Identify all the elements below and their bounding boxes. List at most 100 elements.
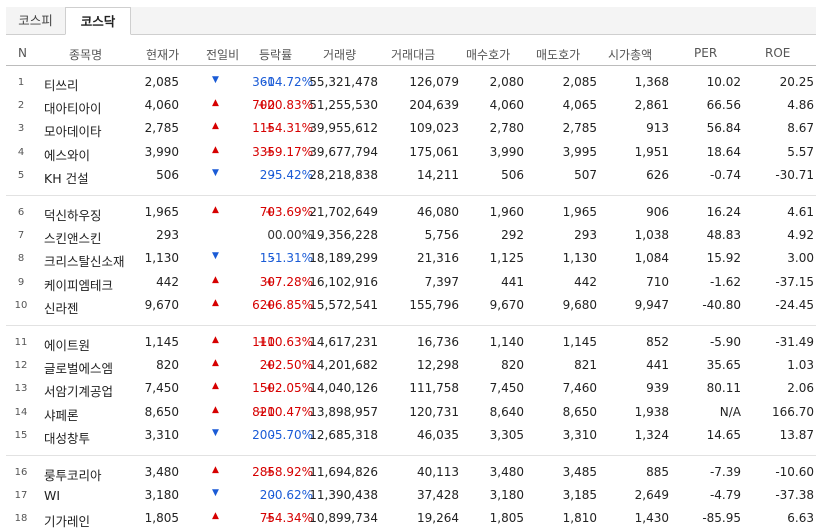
stock-name[interactable]: 대아티아이 [44, 98, 102, 117]
bid-price: 4,060 [489, 98, 524, 113]
trade-amount: 12,298 [417, 358, 459, 373]
bid-price: 3,180 [489, 488, 524, 503]
stock-name[interactable]: 대성창투 [44, 428, 90, 447]
row-number: 8 [17, 253, 25, 265]
tab-kosdaq[interactable]: 코스닥 [65, 7, 131, 35]
stock-name[interactable]: 신라젠 [44, 298, 79, 317]
per-value: 66.56 [706, 98, 741, 113]
current-price: 4,060 [144, 98, 179, 113]
col-amount[interactable]: 거래대금 [391, 46, 435, 63]
stock-name[interactable]: 샤페론 [44, 405, 79, 424]
table-row[interactable]: 7 스킨앤스킨 293 0 0.00% 19,356,228 5,756 292 293 1,03… [6, 224, 816, 247]
stock-name[interactable]: 덕신하우징 [44, 205, 102, 224]
trade-amount: 109,023 [409, 121, 459, 136]
market-cap: 939 [646, 381, 669, 396]
col-n: N [18, 46, 27, 60]
table-row[interactable]: 16 룽투코리아 3,480 285 +8.92% 11,694,826 40,113 3,4… [6, 461, 816, 484]
roe-value: 166.70 [772, 404, 814, 419]
row-number: 11 [14, 337, 28, 348]
table-row[interactable]: 5 KH 건설 506 29 -5.42% 28,218,838 14,211 506 507 6… [6, 164, 816, 187]
stock-name[interactable]: 글로벌에스엠 [44, 358, 113, 377]
change-rate: +2.50% [264, 358, 313, 373]
col-volume[interactable]: 거래량 [323, 46, 356, 63]
col-change[interactable]: 전일비 [206, 46, 239, 63]
col-rate[interactable]: 등락률 [259, 46, 292, 63]
change-rate: 0.00% [274, 228, 313, 243]
roe-value: 4.92 [787, 228, 814, 243]
ask-price: 8,650 [562, 404, 597, 419]
stock-name[interactable]: 스킨앤스킨 [44, 228, 102, 247]
table-row[interactable]: 18 기가레인 1,805 75 +4.34% 10,899,734 19,264 1,805… [6, 507, 816, 530]
table-row[interactable]: 9 케이피엠테크 442 30 +7.28% 16,102,916 7,397 441 442 7… [6, 271, 816, 294]
stock-name[interactable]: 모아데이타 [44, 121, 102, 140]
up-arrow-icon: ▲ [212, 358, 219, 369]
trade-amount: 14,211 [417, 167, 459, 182]
trade-amount: 37,428 [417, 488, 459, 503]
table-row[interactable]: 4 에스와이 3,990 335 +9.17% 39,677,794 175,061 3,99… [6, 141, 816, 164]
bid-price: 3,990 [489, 144, 524, 159]
stock-name[interactable]: 크리스탈신소재 [44, 251, 125, 270]
col-ask[interactable]: 매도호가 [536, 46, 580, 63]
per-value: 18.64 [706, 144, 741, 159]
current-price: 1,145 [144, 335, 179, 349]
col-current[interactable]: 현재가 [146, 46, 179, 63]
market-cap: 885 [646, 465, 669, 479]
volume: 51,255,530 [309, 98, 378, 113]
col-market-cap[interactable]: 시가총액 [608, 46, 652, 63]
col-name[interactable]: 종목명 [69, 46, 102, 63]
table-row[interactable]: 15 대성창투 3,310 200 -5.70% 12,685,318 46,035 3,30… [6, 424, 816, 447]
table-row[interactable]: 8 크리스탈신소재 1,130 15 -1.31% 18,189,299 21,316 1,1… [6, 247, 816, 270]
bid-price: 1,805 [489, 511, 524, 526]
current-price: 8,650 [144, 404, 179, 419]
table-row[interactable]: 10 신라젠 9,670 620 +6.85% 15,572,541 155,796 9,67… [6, 294, 816, 317]
market-cap: 1,938 [634, 404, 669, 419]
current-price: 293 [156, 228, 179, 243]
market-cap: 626 [646, 167, 669, 182]
ask-price: 9,680 [562, 297, 597, 312]
change-rate: -14.72% [262, 75, 313, 89]
stock-name[interactable]: WI [44, 488, 60, 503]
bid-price: 292 [501, 228, 524, 243]
down-arrow-icon: ▼ [212, 427, 219, 438]
table-row[interactable]: 14 샤페론 8,650 820 +10.47% 13,898,957 120,731 8,6… [6, 401, 816, 424]
table-row[interactable]: 2 대아티아이 4,060 700 +20.83% 51,255,530 204,639 4,… [6, 94, 816, 117]
bid-price: 9,670 [489, 297, 524, 312]
table-row[interactable]: 13 서암기계공업 7,450 150 +2.05% 14,040,126 111,758 7… [6, 377, 816, 400]
volume: 15,572,541 [309, 297, 378, 312]
table-row[interactable]: 11 에이트원 1,145 110 +10.63% 14,617,231 16,736 1,1… [6, 331, 816, 354]
tab-kospi[interactable]: 코스피 [6, 7, 65, 34]
table-row[interactable]: 17 WI 3,180 20 -0.62% 11,390,438 37,428 3,180 3,… [6, 484, 816, 507]
stock-name[interactable]: 케이피엠테크 [44, 275, 113, 294]
row-number: 10 [14, 299, 28, 311]
market-cap: 1,038 [634, 228, 669, 243]
ask-price: 293 [574, 228, 597, 243]
trade-amount: 155,796 [409, 297, 459, 312]
col-bid[interactable]: 매수호가 [466, 46, 510, 63]
stock-name[interactable]: 에스와이 [44, 145, 90, 164]
up-arrow-icon: ▲ [212, 404, 219, 415]
row-number: 4 [17, 146, 25, 158]
change-rate: +4.34% [264, 511, 313, 526]
stock-name[interactable]: 티쓰리 [44, 75, 79, 94]
table-row[interactable]: 3 모아데이타 2,785 115 +4.31% 39,955,612 109,023 2,7… [6, 117, 816, 140]
ask-price: 1,965 [562, 205, 597, 219]
table-row[interactable]: 1 티쓰리 2,085 360 -14.72% 55,321,478 126,079 2,08… [6, 71, 816, 94]
market-cap: 906 [646, 205, 669, 219]
stock-name[interactable]: 서암기계공업 [44, 381, 113, 400]
stock-name[interactable]: 기가레인 [44, 511, 90, 530]
market-cap: 2,861 [634, 98, 669, 113]
market-cap: 852 [646, 335, 669, 349]
stock-name[interactable]: 룽투코리아 [44, 465, 102, 484]
change-rate: +3.69% [264, 205, 313, 219]
stock-name[interactable]: 에이트원 [44, 335, 90, 354]
table-row[interactable]: 12 글로벌에스엠 820 20 +2.50% 14,201,682 12,298 820 82… [6, 354, 816, 377]
ask-price: 3,310 [562, 427, 597, 442]
col-per[interactable]: PER [694, 46, 717, 60]
row-number: 6 [17, 207, 25, 218]
per-value: -5.90 [709, 335, 741, 349]
change-rate: -5.42% [270, 167, 313, 182]
col-roe[interactable]: ROE [765, 46, 790, 60]
roe-value: 6.63 [787, 511, 814, 526]
stock-name[interactable]: KH 건설 [44, 168, 89, 187]
table-row[interactable]: 6 덕신하우징 1,965 70 +3.69% 21,702,649 46,080 1,960… [6, 201, 816, 224]
